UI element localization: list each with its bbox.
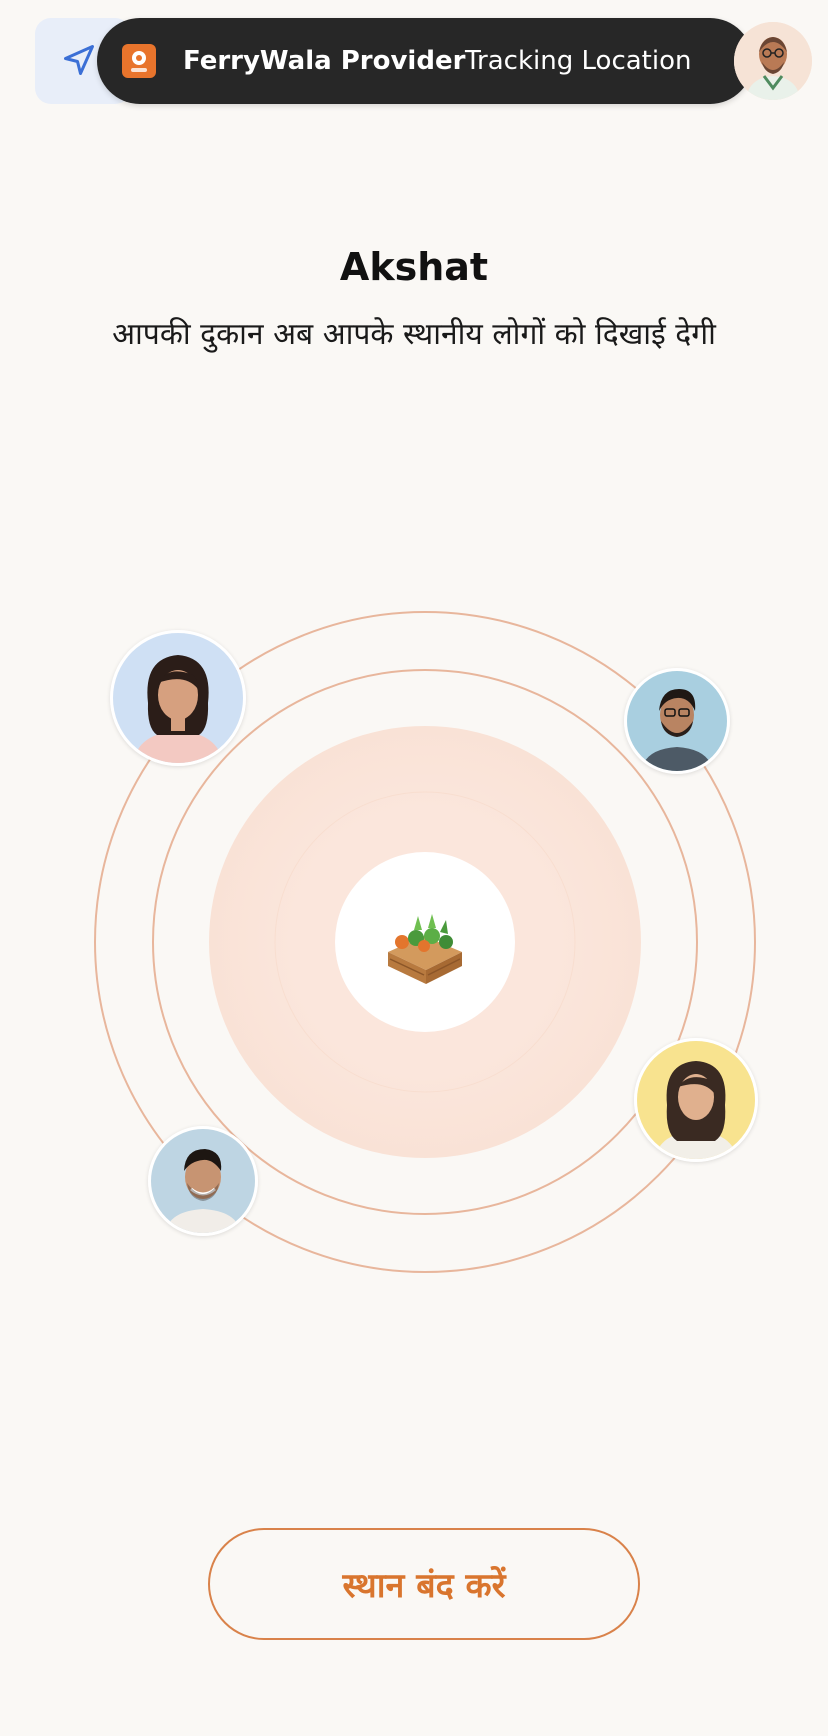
customer-avatar-woman-right bbox=[634, 1038, 758, 1162]
customer-avatar-woman-top-left bbox=[110, 630, 246, 766]
navigation-arrow-icon bbox=[64, 45, 94, 75]
stop-location-label: स्थान बंद करें bbox=[342, 1566, 506, 1606]
visibility-tagline: आपकी दुकान अब आपके स्थानीय लोगों को दिखा… bbox=[112, 317, 716, 352]
profile-avatar[interactable] bbox=[734, 22, 812, 100]
notification-app-name: FerryWala Provider bbox=[183, 46, 466, 76]
location-tracking-screen: FerryWala Provider Tracking Location Aks… bbox=[0, 0, 828, 1736]
customer-avatar-man-top-right bbox=[624, 668, 730, 774]
user-name-heading: Akshat bbox=[339, 245, 489, 289]
customer-avatar-man-bottom-left bbox=[148, 1126, 258, 1236]
location-radar bbox=[0, 560, 828, 1320]
ferrywala-app-icon bbox=[122, 44, 156, 78]
tracking-notification[interactable]: FerryWala Provider Tracking Location bbox=[97, 18, 753, 104]
notification-message: Tracking Location bbox=[465, 46, 692, 76]
stop-location-button[interactable]: स्थान बंद करें bbox=[208, 1528, 640, 1640]
